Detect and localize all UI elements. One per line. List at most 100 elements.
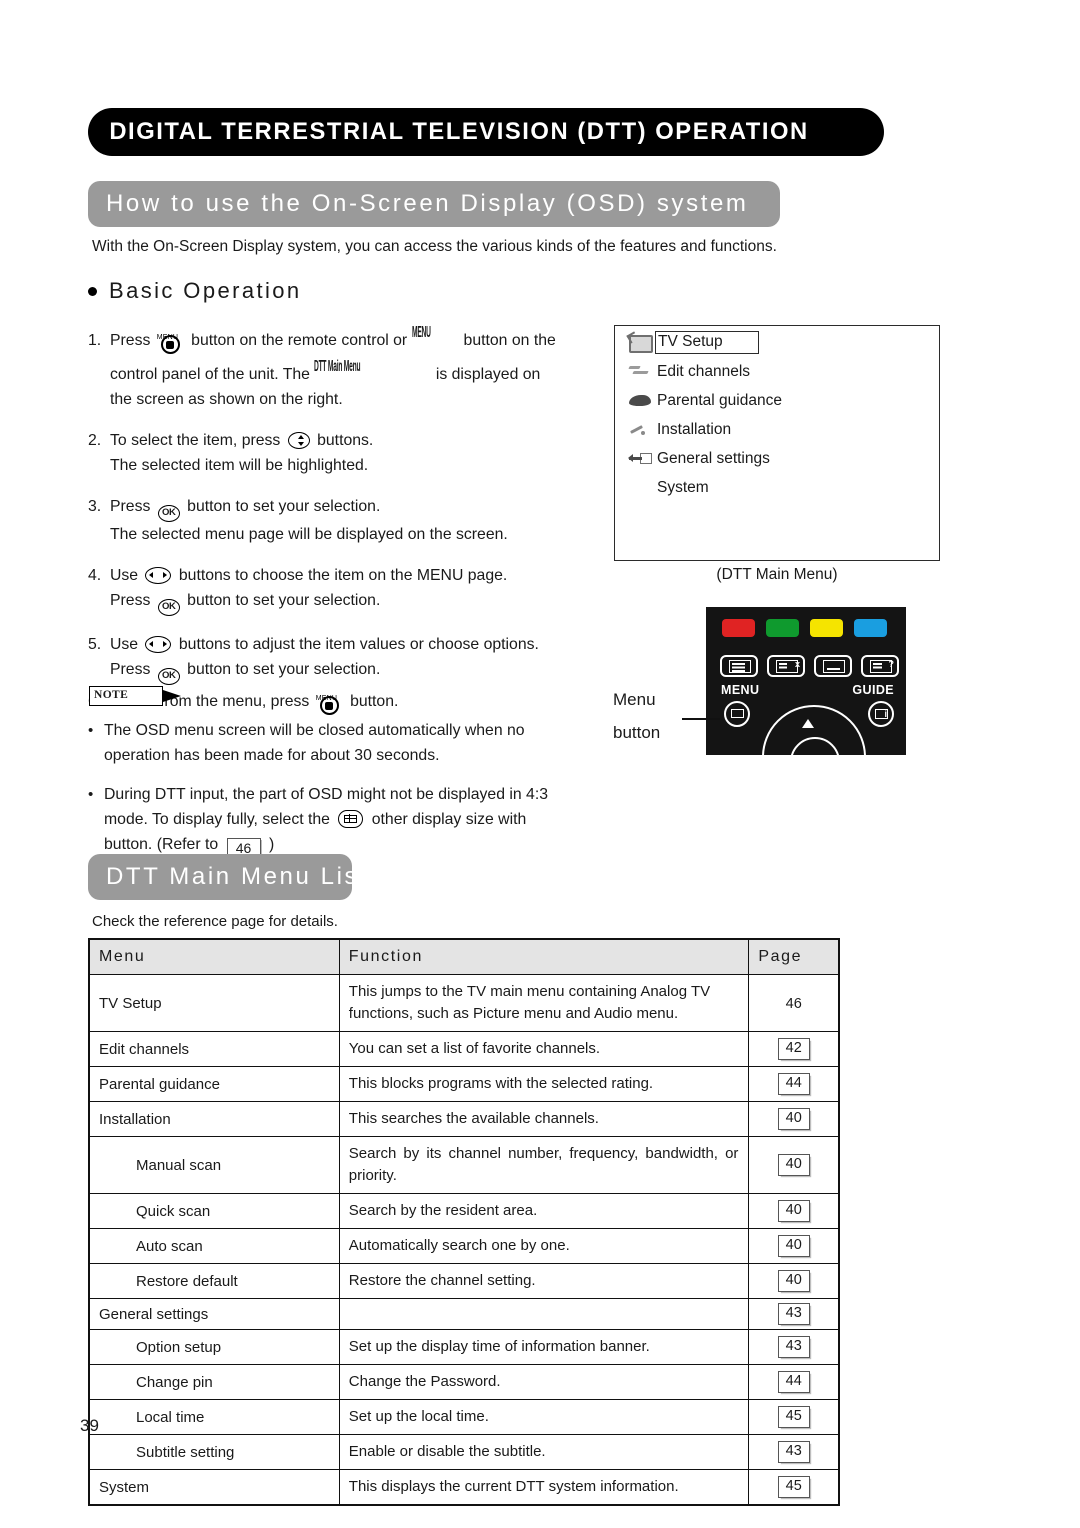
table-cell-page: 45 <box>748 1469 840 1506</box>
osd-item-parental-guidance-label: Parental guidance <box>657 391 782 409</box>
no-icon <box>627 479 657 497</box>
table-row: TV Setup This jumps to the TV main menu c… <box>88 974 840 1032</box>
remote-dpad[interactable] <box>762 705 866 755</box>
table-cell-page: 40 <box>748 1193 840 1229</box>
osd-item-system[interactable]: System <box>627 475 939 500</box>
left-right-arrows-icon <box>145 567 172 584</box>
table-cell-function: Search by its channel number, frequency,… <box>338 1136 750 1194</box>
ok-button-icon: OK <box>157 599 180 616</box>
page-reference-box[interactable]: 43 <box>777 1441 810 1463</box>
table-row: Local time Set up the local time. 45 <box>88 1399 840 1435</box>
table-row: Edit channels You can set a list of favor… <box>88 1031 840 1067</box>
callout-leader-line <box>682 718 720 720</box>
ok-button-icon: OK <box>157 505 180 522</box>
step-1-line2-b: is displayed on <box>435 366 541 383</box>
page-reference-box[interactable]: 43 <box>777 1303 810 1325</box>
menu-button-icon: MENU <box>316 689 343 715</box>
osd-item-installation-label: Installation <box>657 420 732 438</box>
teletext-buttons-row: x ? <box>720 655 899 677</box>
note-tag: NOTE <box>89 686 185 706</box>
table-cell-menu: Installation <box>88 1101 340 1137</box>
red-button[interactable] <box>722 619 755 637</box>
step-1-text-c: button on the <box>463 332 556 349</box>
remote-menu-button-icon[interactable] <box>724 701 750 727</box>
page-reference-box[interactable]: 42 <box>777 1038 810 1060</box>
page-reference-box[interactable]: 43 <box>777 1336 810 1358</box>
page-reference-box[interactable]: 44 <box>777 1073 810 1095</box>
subtitle-icon[interactable] <box>814 655 852 677</box>
chapter-title: DIGITAL TERRESTRIAL TELEVISION (DTT) OPE… <box>109 118 809 145</box>
step-4-number: 4. <box>88 567 102 584</box>
table-cell-page: 44 <box>748 1066 840 1102</box>
table-row: Option setup Set up the display time of i… <box>88 1329 840 1365</box>
table-cell-menu: Subtitle setting <box>88 1434 340 1470</box>
ok-button-icon: OK <box>157 668 180 685</box>
intro-text: With the On-Screen Display system, you c… <box>92 238 777 255</box>
osd-item-tv-setup[interactable]: TV Setup <box>627 330 939 355</box>
table-cell-menu: System <box>88 1469 340 1506</box>
table-cell-function: Enable or disable the subtitle. <box>338 1434 750 1470</box>
table-cell-menu: TV Setup <box>88 974 340 1032</box>
step-3-number: 3. <box>88 498 102 515</box>
yellow-button[interactable] <box>810 619 843 637</box>
table-cell-function: Automatically search one by one. <box>338 1228 750 1264</box>
column-header-menu: Menu <box>88 938 340 975</box>
step-2-number: 2. <box>88 432 102 449</box>
osd-item-tv-setup-label: TV Setup <box>658 333 723 350</box>
dtt-menu-table: Menu Function Page TV Setup This jumps to… <box>88 938 840 1506</box>
table-cell-function: This displays the current DTT system inf… <box>338 1469 750 1506</box>
note-2-line3-a: button. (Refer to <box>104 836 219 853</box>
step-4-text-a: Use <box>110 567 139 584</box>
step-5: 5. Use buttons to adjust the item values… <box>88 632 598 685</box>
table-cell-page: 40 <box>748 1228 840 1264</box>
installation-icon <box>627 421 657 439</box>
table-cell-function: Restore the channel setting. <box>338 1263 750 1299</box>
table-cell-function: This jumps to the TV main menu containin… <box>338 974 750 1032</box>
step-5-line2-b: button to set your selection. <box>187 661 381 678</box>
table-row: Quick scan Search by the resident area. 40 <box>88 1193 840 1229</box>
blue-button[interactable] <box>854 619 887 637</box>
bullet-dot-icon <box>88 286 97 296</box>
step-4-line2-b: button to set your selection. <box>187 592 381 609</box>
page-reference-box[interactable]: 40 <box>777 1154 810 1176</box>
step-1-number: 1. <box>88 332 102 349</box>
page-reference-box[interactable]: 44 <box>777 1371 810 1393</box>
table-cell-menu: Auto scan <box>88 1228 340 1264</box>
osd-item-edit-channels[interactable]: Edit channels <box>627 359 939 384</box>
page-reference-box[interactable]: 40 <box>777 1270 810 1292</box>
step-5-line2-a: Press <box>110 661 151 678</box>
teletext-reveal-icon[interactable]: ? <box>861 655 899 677</box>
osd-item-installation[interactable]: Installation <box>627 417 939 442</box>
page-number: 39 <box>80 1416 99 1435</box>
page-reference-box[interactable]: 40 <box>777 1108 810 1130</box>
teletext-cancel-icon[interactable]: x <box>767 655 805 677</box>
remote-menu-label: MENU <box>721 683 760 697</box>
teletext-icon[interactable] <box>720 655 758 677</box>
left-right-arrows-icon <box>145 636 172 653</box>
green-button[interactable] <box>766 619 799 637</box>
table-row: General settings 43 <box>88 1298 840 1330</box>
note-1-line1: The OSD menu screen will be closed autom… <box>104 722 525 739</box>
remote-guide-button-icon[interactable] <box>868 701 894 727</box>
callout-menu-line1: Menu <box>613 690 656 709</box>
step-2-line2: The selected item will be highlighted. <box>110 457 369 474</box>
note-1-line2: operation has been made for about 30 sec… <box>104 747 440 764</box>
page-reference-box[interactable]: 45 <box>777 1476 810 1498</box>
page-reference-box[interactable]: 40 <box>777 1235 810 1257</box>
steps-list: 1. Press MENU button on the remote contr… <box>88 320 598 719</box>
osd-item-general-settings[interactable]: General settings <box>627 446 939 471</box>
step-2-text-b: buttons. <box>317 432 374 449</box>
table-row: Installation This searches the available … <box>88 1101 840 1137</box>
page-reference-box[interactable]: 40 <box>777 1200 810 1222</box>
osd-item-parental-guidance[interactable]: Parental guidance <box>627 388 939 413</box>
table-row: Restore default Restore the channel setti… <box>88 1263 840 1299</box>
table-cell-function: Set up the display time of information b… <box>338 1329 750 1365</box>
dpad-up-arrow-icon <box>802 719 814 728</box>
note-list: • The OSD menu screen will be closed aut… <box>88 718 608 873</box>
note-item: • During DTT input, the part of OSD migh… <box>88 782 608 859</box>
step-6-text-b: button. <box>350 693 399 710</box>
section-heading-osd-label: How to use the On-Screen Display (OSD) s… <box>106 190 749 217</box>
step-5-text-b: buttons to adjust the item values or cho… <box>178 636 539 653</box>
basic-operation-label: Basic Operation <box>109 278 302 303</box>
page-reference-box[interactable]: 45 <box>777 1406 810 1428</box>
